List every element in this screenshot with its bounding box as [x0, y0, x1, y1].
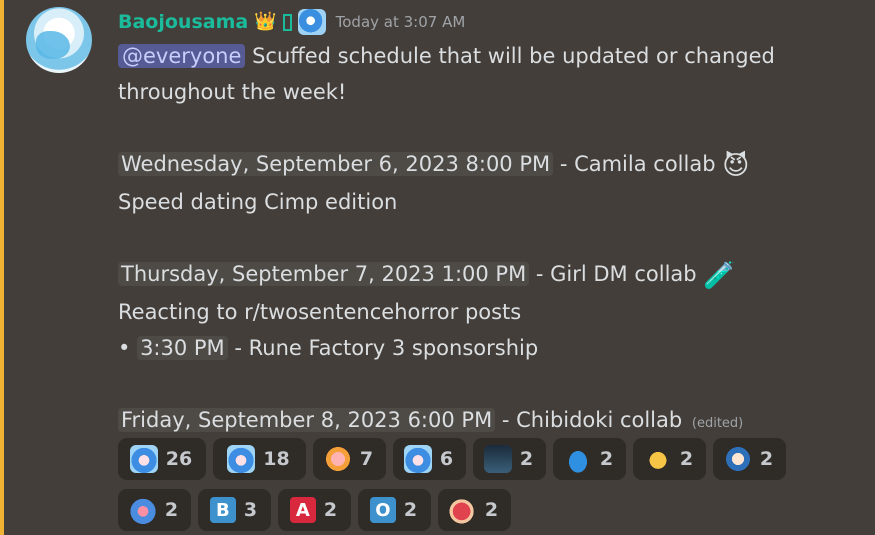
reaction-count: 2	[484, 499, 499, 521]
reaction-count: 18	[263, 448, 290, 470]
event-thursday: Thursday, September 7, 2023 1:00 PM - Gi…	[118, 256, 863, 294]
everyone-mention[interactable]: @everyone	[118, 44, 246, 68]
timestamp-pill[interactable]: Friday, September 8, 2023 6:00 PM	[118, 408, 496, 432]
reaction[interactable]: 2	[438, 489, 511, 531]
letter-b-icon: B	[209, 497, 236, 523]
message: Baojousama 👑 Today at 3:07 AM @everyone …	[118, 6, 863, 442]
mention-highlight-bar	[0, 0, 4, 535]
message-line-2: throughout the week!	[118, 80, 347, 104]
reaction-count: 2	[519, 448, 534, 470]
pig-icon	[323, 445, 352, 473]
event-description: - Girl DM collab	[529, 262, 704, 286]
event-wednesday: Wednesday, September 6, 2023 8:00 PM - C…	[118, 146, 863, 184]
letter-a-icon: A	[289, 497, 316, 523]
chibi-pink-icon	[128, 496, 157, 524]
event-description: - Chibidoki collab	[495, 408, 683, 432]
reaction[interactable]: 2	[713, 438, 786, 480]
reaction[interactable]: A2	[278, 489, 351, 531]
letter-o-icon: O	[369, 497, 396, 523]
reaction-count: 26	[165, 448, 193, 470]
edited-label: (edited)	[691, 416, 744, 431]
reaction[interactable]: 2	[473, 438, 546, 480]
username[interactable]: Baojousama	[118, 11, 248, 33]
message-timestamp[interactable]: Today at 3:07 AM	[336, 13, 466, 31]
reaction[interactable]: 2	[553, 438, 626, 480]
event-sub-item: • 3:30 PM - Rune Factory 3 sponsorship	[118, 330, 863, 366]
user-avatar[interactable]	[26, 7, 92, 73]
event-note: Speed dating Cimp edition	[118, 190, 398, 214]
red-character-icon	[448, 496, 477, 524]
message-line-1: @everyone Scuffed schedule that will be …	[118, 38, 863, 74]
chibi-blue-lying-icon	[403, 445, 432, 473]
reactions-bar: 26 18 7 6 2 2 2 2 2 B3 A2 O2 2	[118, 438, 818, 531]
reaction[interactable]: 6	[393, 438, 466, 480]
reaction-count: 6	[439, 448, 454, 470]
reaction-count: 7	[359, 448, 374, 470]
reaction[interactable]: 2	[633, 438, 706, 480]
event-description: - Camila collab	[553, 152, 723, 176]
reaction[interactable]: 7	[313, 438, 386, 480]
crown-icon[interactable]: 👑	[254, 13, 276, 31]
reaction[interactable]: 18	[213, 438, 306, 480]
timestamp-pill[interactable]: 3:30 PM	[137, 336, 228, 360]
chibi-scream-icon	[723, 445, 752, 473]
role-square-icon[interactable]	[282, 13, 292, 31]
reaction-count: 2	[164, 499, 179, 521]
chibi-blue-happy-icon	[227, 445, 256, 473]
smiling-devil-icon: 😈	[722, 151, 750, 181]
message-header: Baojousama 👑 Today at 3:07 AM	[118, 6, 863, 38]
reaction[interactable]: O2	[358, 489, 431, 531]
chibi-role-icon[interactable]	[297, 9, 326, 35]
event-description: - Rune Factory 3 sponsorship	[227, 336, 539, 360]
reaction-count: 2	[599, 448, 614, 470]
timestamp-pill[interactable]: Wednesday, September 6, 2023 8:00 PM	[118, 152, 554, 176]
timestamp-pill[interactable]: Thursday, September 7, 2023 1:00 PM	[118, 262, 530, 286]
test-tube-icon: 🧪	[703, 261, 736, 291]
reaction[interactable]: 2	[118, 489, 191, 531]
reaction-count: 3	[243, 499, 258, 521]
event-friday: Friday, September 8, 2023 6:00 PM - Chib…	[118, 402, 863, 442]
reaction-count: 2	[759, 448, 774, 470]
bullet: •	[118, 336, 138, 360]
chibi-blue-hair-icon	[129, 445, 158, 473]
reaction[interactable]: B3	[198, 489, 271, 531]
reaction-count: 2	[403, 499, 418, 521]
yellow-creature-icon	[643, 445, 672, 473]
reaction[interactable]: 26	[118, 438, 206, 480]
meme-image-icon	[483, 445, 512, 473]
message-text: Scuffed schedule that will be updated or…	[245, 44, 775, 68]
event-note: Reacting to r/twosentencehorror posts	[118, 300, 522, 324]
whale-icon	[563, 445, 592, 473]
reaction-count: 2	[679, 448, 694, 470]
reaction-count: 2	[323, 499, 338, 521]
